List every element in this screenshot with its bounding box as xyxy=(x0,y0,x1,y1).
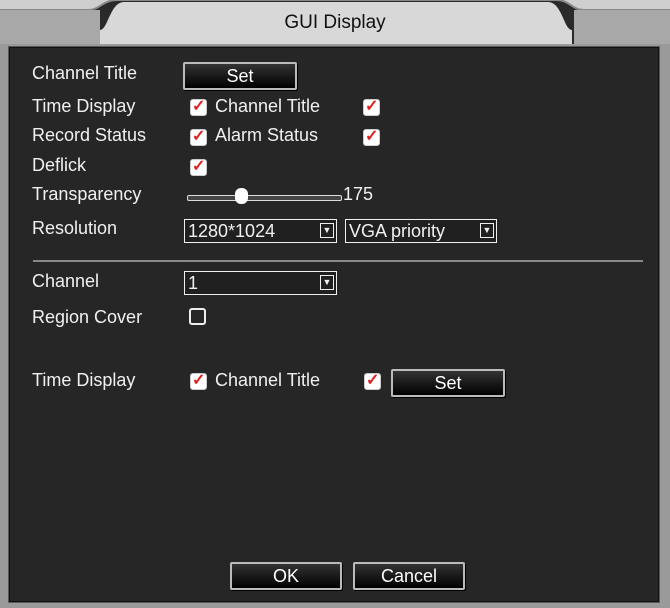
check-mark-icon: ✓ xyxy=(365,98,379,115)
transparency-slider-thumb[interactable] xyxy=(234,188,248,204)
region-set-button[interactable]: Set xyxy=(391,369,505,397)
chevron-down-icon[interactable]: ▼ xyxy=(480,223,494,238)
time-display-checkbox[interactable]: ✓ xyxy=(190,98,207,116)
cancel-button[interactable]: Cancel xyxy=(353,562,465,590)
channel-title-label-2: Channel Title xyxy=(215,370,321,390)
resolution-label: Resolution xyxy=(32,218,118,238)
transparency-value: 175 xyxy=(343,184,374,204)
check-mark-icon: ✓ xyxy=(192,98,206,115)
channel-select-value: 1 xyxy=(188,273,199,293)
resolution-select-value: 1280*1024 xyxy=(188,221,276,241)
channel-title-label: Channel Title xyxy=(32,63,138,83)
channel-title-check-label: Channel Title xyxy=(215,96,321,116)
ok-button[interactable]: OK xyxy=(230,562,342,590)
alarm-status-checkbox[interactable]: ✓ xyxy=(363,128,380,146)
check-mark-icon: ✓ xyxy=(192,158,206,175)
channel-label: Channel xyxy=(32,271,100,291)
resolution-select[interactable]: 1280*1024 ▼ xyxy=(184,219,337,243)
region-cover-label: Region Cover xyxy=(32,307,143,327)
title-bar: GUI Display xyxy=(0,0,670,44)
chevron-down-icon[interactable]: ▼ xyxy=(320,275,334,290)
time-display-label-2: Time Display xyxy=(32,370,136,390)
time-display-label: Time Display xyxy=(32,96,136,116)
deflick-checkbox[interactable]: ✓ xyxy=(190,158,207,176)
time-display-checkbox-2[interactable]: ✓ xyxy=(190,372,207,390)
transparency-slider-track[interactable] xyxy=(187,195,342,201)
output-mode-select[interactable]: VGA priority ▼ xyxy=(345,219,497,243)
channel-title-set-button[interactable]: Set xyxy=(183,62,297,90)
deflick-label: Deflick xyxy=(32,155,87,175)
channel-select[interactable]: 1 ▼ xyxy=(184,271,337,295)
dialog-window: GUI Display Channel Title Set Time Displ… xyxy=(0,0,670,608)
check-mark-icon: ✓ xyxy=(366,372,380,389)
chevron-down-icon[interactable]: ▼ xyxy=(320,223,334,238)
record-status-checkbox[interactable]: ✓ xyxy=(190,128,207,146)
record-status-label: Record Status xyxy=(32,125,147,145)
settings-panel: Channel Title Set Time Display ✓ Channel… xyxy=(8,46,660,603)
check-mark-icon: ✓ xyxy=(192,372,206,389)
output-mode-select-value: VGA priority xyxy=(349,221,446,241)
channel-title-checkbox[interactable]: ✓ xyxy=(363,98,380,116)
region-cover-checkbox[interactable] xyxy=(189,308,206,325)
check-mark-icon: ✓ xyxy=(365,128,379,145)
window-title: GUI Display xyxy=(284,12,386,33)
channel-title-checkbox-2[interactable]: ✓ xyxy=(364,372,381,390)
section-divider xyxy=(33,260,643,262)
alarm-status-label: Alarm Status xyxy=(215,125,319,145)
check-mark-icon: ✓ xyxy=(192,128,206,145)
transparency-label: Transparency xyxy=(32,184,142,204)
